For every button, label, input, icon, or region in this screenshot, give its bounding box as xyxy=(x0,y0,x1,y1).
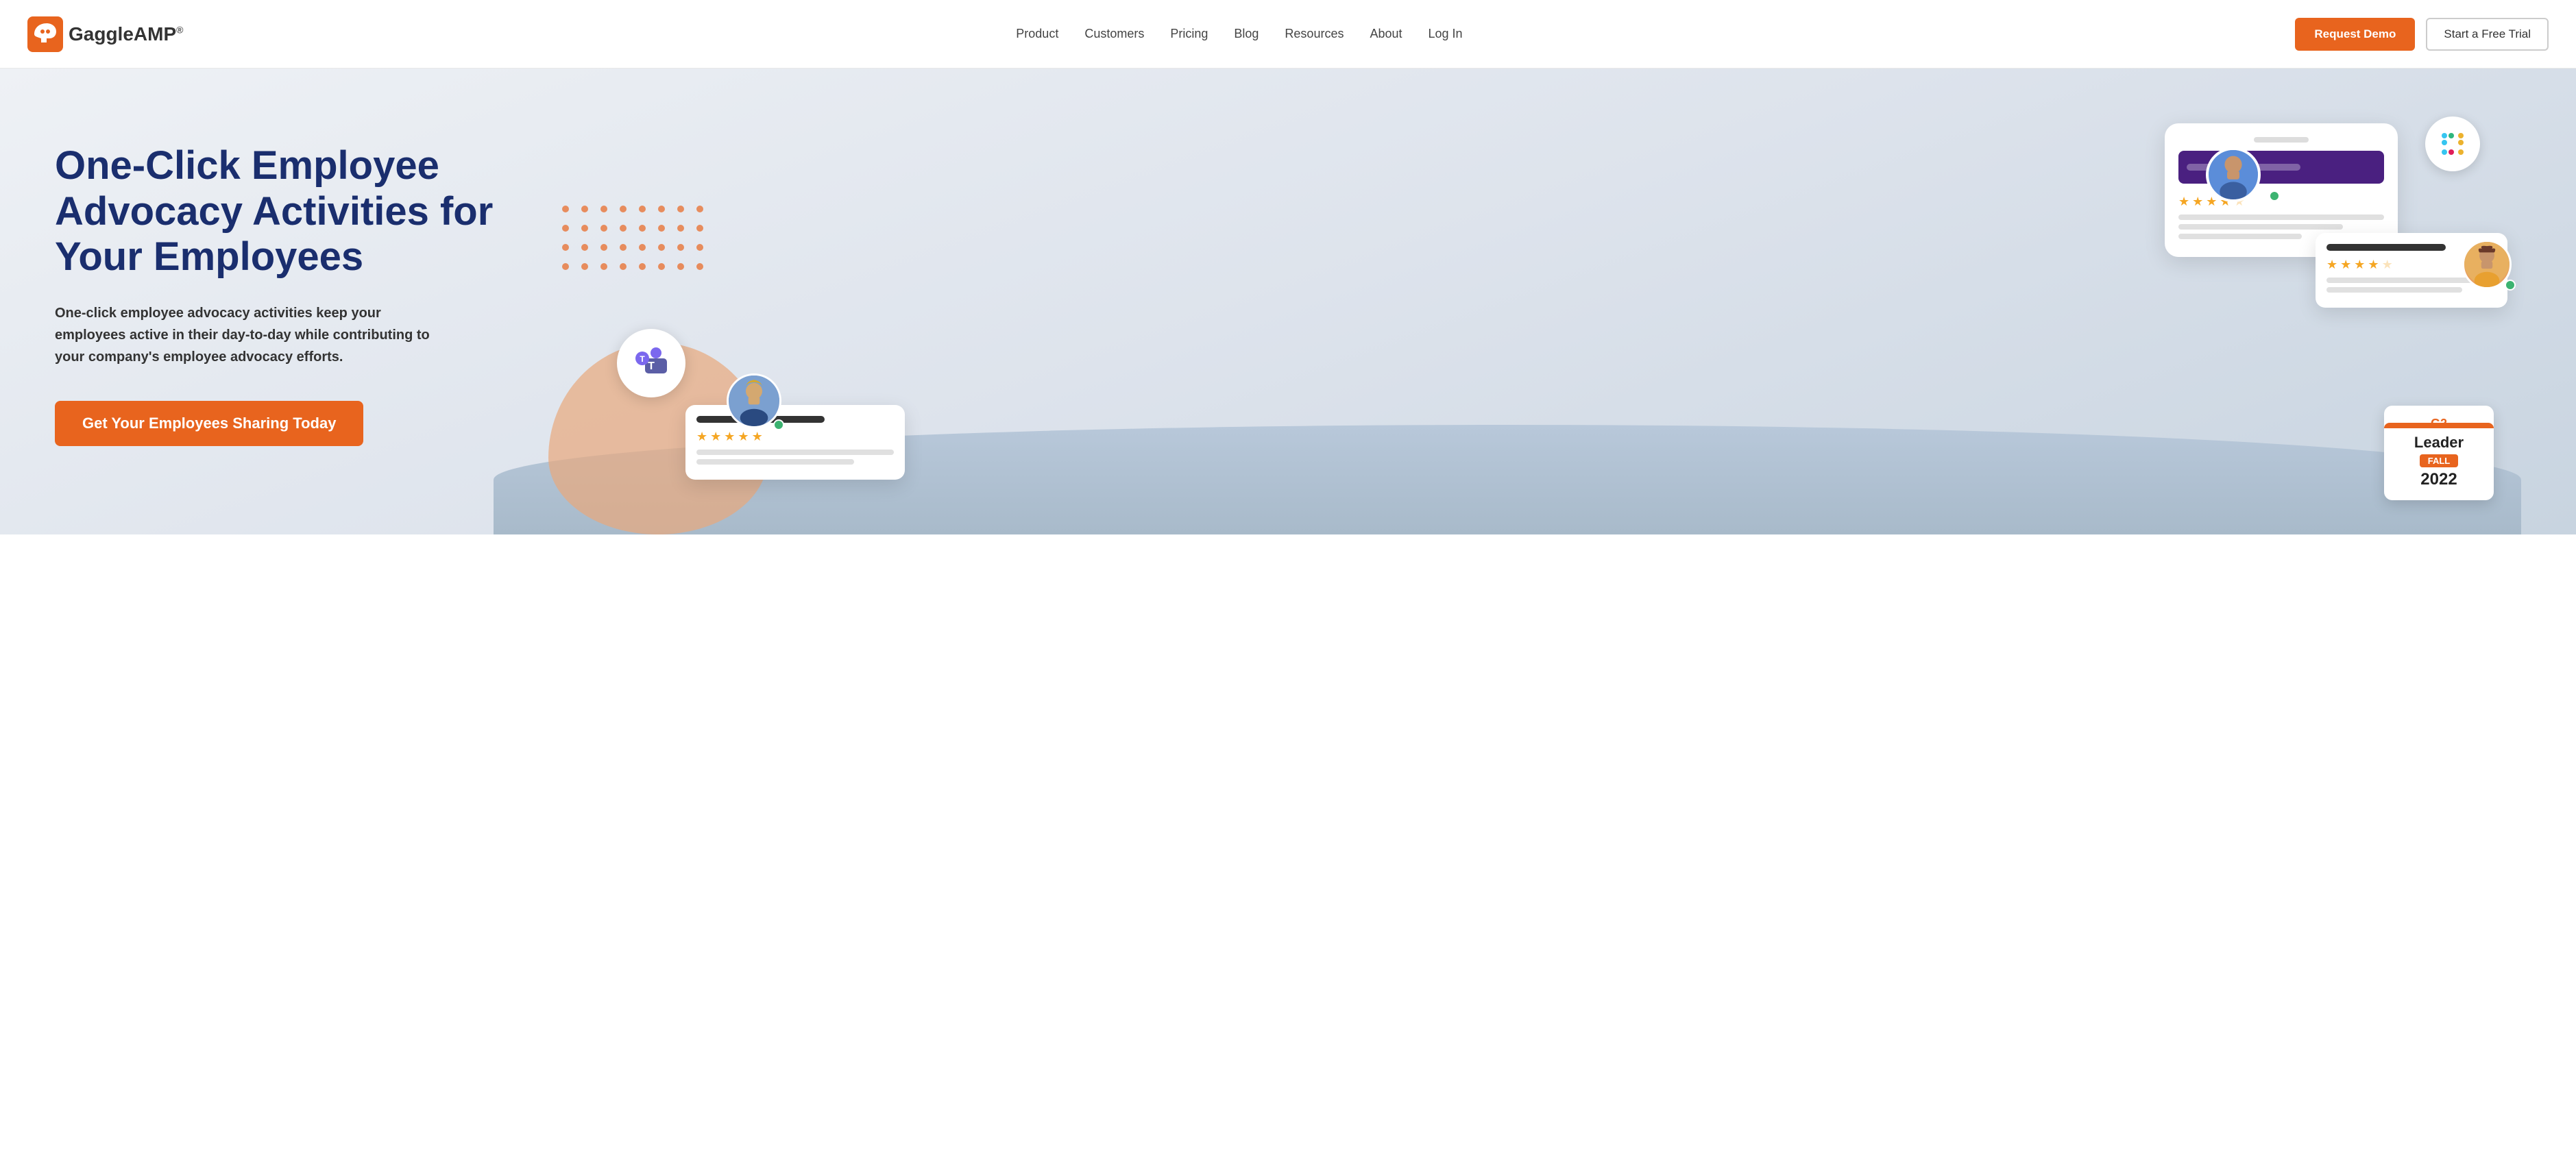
hero-subtitle: One-click employee advocacy activities k… xyxy=(55,302,439,368)
nav-product[interactable]: Product xyxy=(1016,27,1058,41)
nav-resources[interactable]: Resources xyxy=(1285,27,1344,41)
nav-blog[interactable]: Blog xyxy=(1234,27,1259,41)
g2-fall-label: FALL xyxy=(2420,454,2459,467)
main-nav: Product Customers Pricing Blog Resources… xyxy=(1016,27,1462,41)
hero-title: One-Click Employee Advocacy Activities f… xyxy=(55,143,494,280)
g2-year: 2022 xyxy=(2392,470,2486,489)
nav-pricing[interactable]: Pricing xyxy=(1170,27,1208,41)
avatar-woman-bottom xyxy=(727,373,781,428)
card-line-2 xyxy=(2178,224,2343,230)
avatar-woman-right xyxy=(2462,240,2512,289)
card1-stars: ★ ★ ★ ★ ★ xyxy=(2178,195,2384,209)
phone-notch xyxy=(2254,137,2309,143)
svg-text:T: T xyxy=(648,360,655,372)
card-right-line-2 xyxy=(2326,287,2462,293)
card-line-1 xyxy=(2178,214,2384,220)
nav-about[interactable]: About xyxy=(1370,27,1402,41)
logo-icon xyxy=(27,16,63,52)
card-bottom-line-1 xyxy=(696,450,894,455)
svg-text:T: T xyxy=(640,354,645,364)
avatar-man xyxy=(2206,147,2261,202)
card-line-3 xyxy=(2178,234,2302,239)
phone-notch-area xyxy=(2178,137,2384,143)
teams-icon-circle: T T xyxy=(617,329,685,397)
hero-section: One-Click Employee Advocacy Activities f… xyxy=(0,69,2576,534)
status-dot-1 xyxy=(2269,190,2280,201)
request-demo-button[interactable]: Request Demo xyxy=(2295,18,2415,51)
hero-illustration: ★ ★ ★ ★ ★ ★ xyxy=(494,110,2521,534)
nav-login[interactable]: Log In xyxy=(1429,27,1463,41)
free-trial-button[interactable]: Start a Free Trial xyxy=(2426,18,2549,51)
site-header: GaggleAMP® Product Customers Pricing Blo… xyxy=(0,0,2576,69)
slack-icon-circle xyxy=(2425,116,2480,171)
status-dot-3 xyxy=(773,419,784,430)
logo-text: GaggleAMP® xyxy=(69,23,183,45)
dot-grid xyxy=(562,206,699,343)
header-actions: Request Demo Start a Free Trial xyxy=(2295,18,2549,51)
g2-badge: G2 Leader FALL 2022 xyxy=(2384,406,2494,500)
nav-customers[interactable]: Customers xyxy=(1084,27,1144,41)
bottom-card: ★ ★ ★ ★ ★ xyxy=(685,405,905,480)
g2-leader-text: Leader xyxy=(2392,434,2486,452)
hero-cta-button[interactable]: Get Your Employees Sharing Today xyxy=(55,401,363,446)
card-bottom-line-2 xyxy=(696,459,854,465)
logo[interactable]: GaggleAMP® xyxy=(27,16,183,52)
card3-stars: ★ ★ ★ ★ ★ xyxy=(696,430,894,444)
hero-content: One-Click Employee Advocacy Activities f… xyxy=(55,143,494,501)
card-right-title xyxy=(2326,244,2446,251)
status-dot-2 xyxy=(2505,280,2516,291)
